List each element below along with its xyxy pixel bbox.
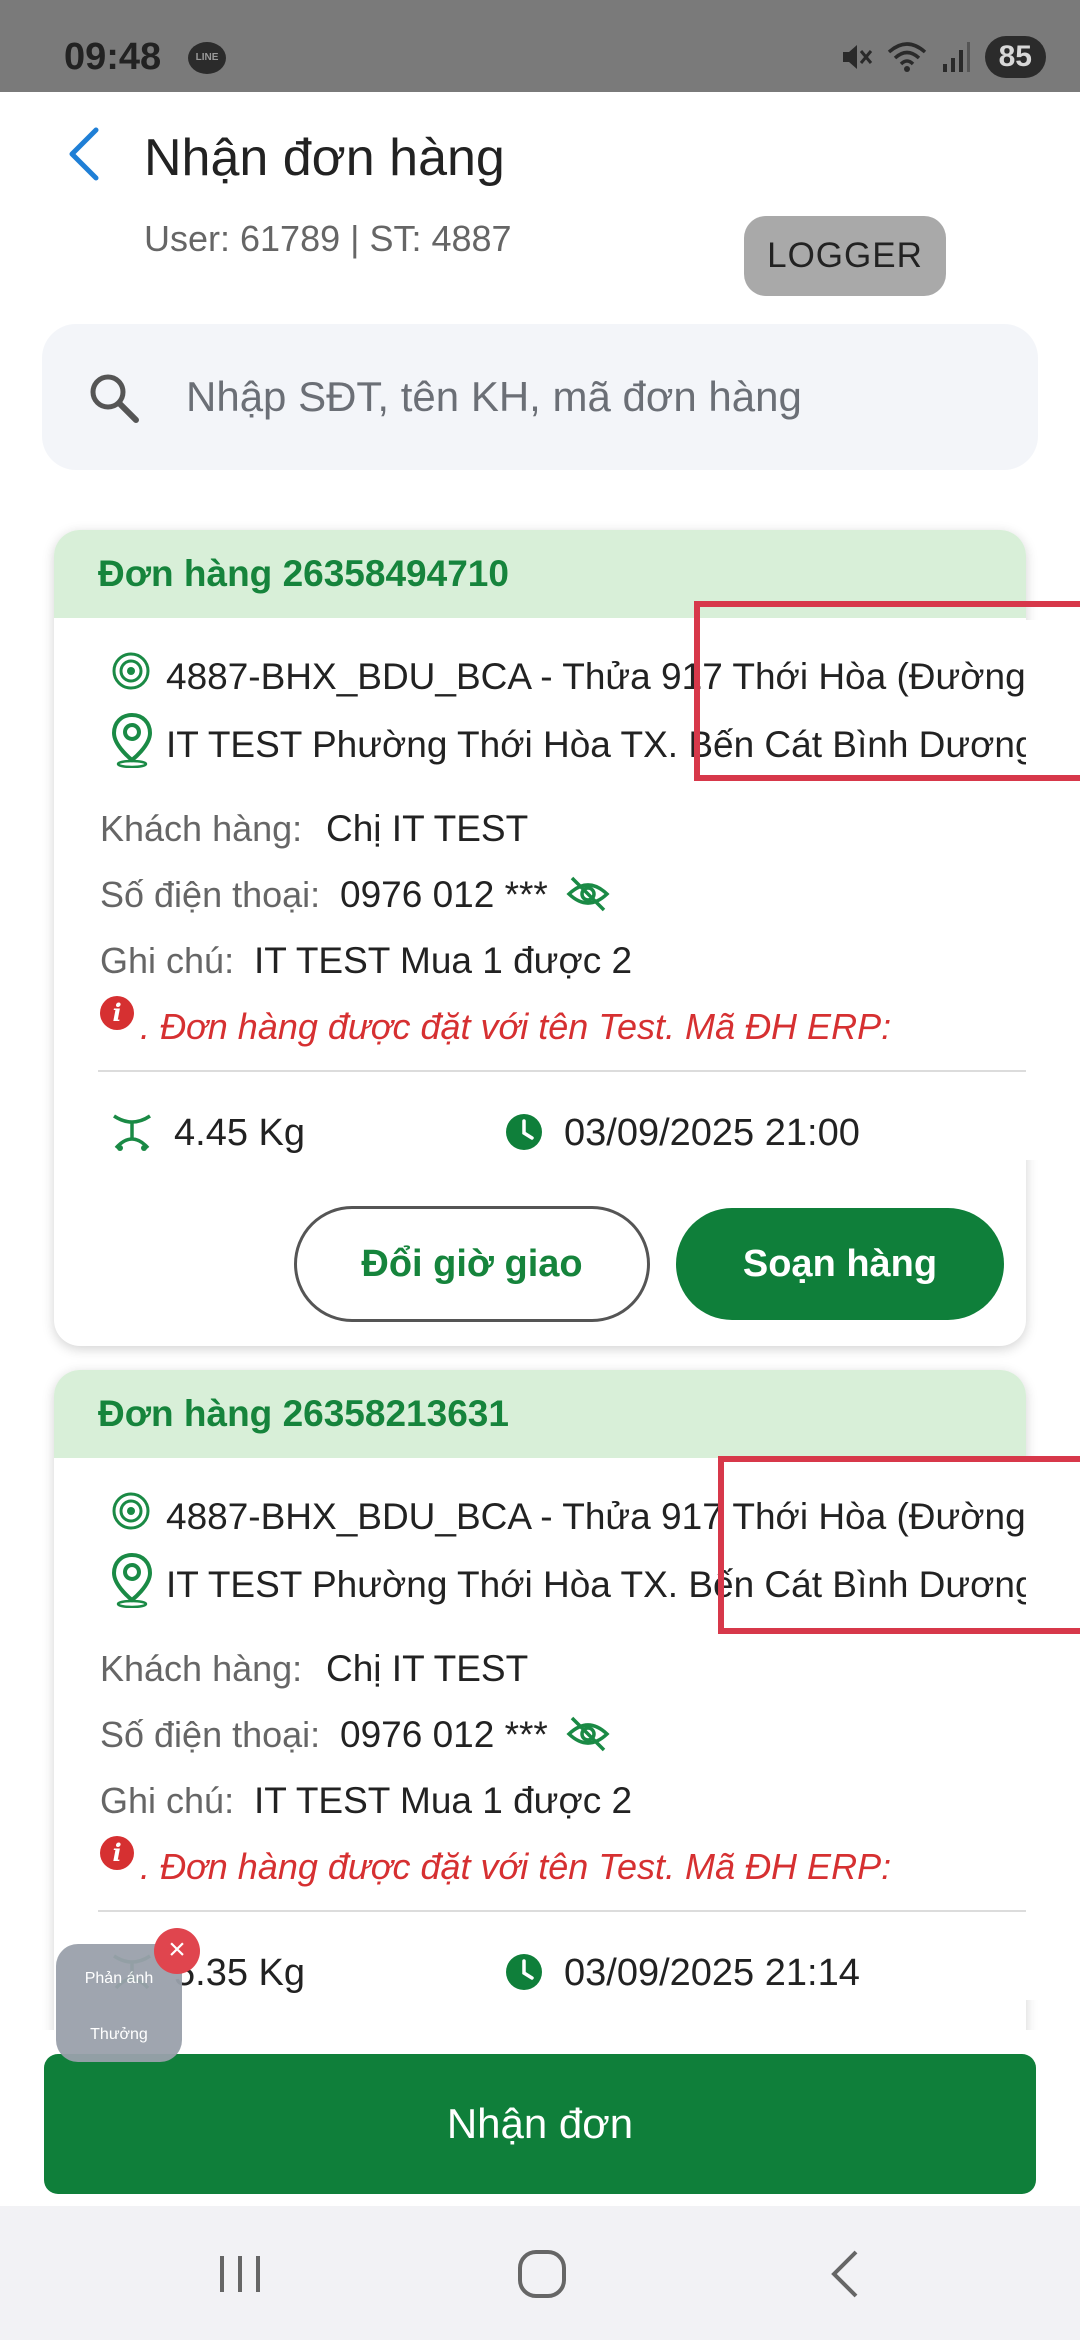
info-icon: i — [100, 1836, 134, 1870]
signal-icon — [942, 42, 970, 72]
status-bar: 09:48 LINE 85 — [0, 0, 1080, 92]
back-arrow-icon[interactable] — [58, 124, 108, 184]
clock-icon — [506, 1114, 542, 1150]
phone-number: 0976 012 *** — [340, 1714, 548, 1755]
feedback-label: Thưởng — [90, 2026, 148, 2043]
phone-number: 0976 012 *** — [340, 874, 548, 915]
delivery-time: 03/09/2025 21:14 — [564, 1952, 860, 1994]
order-weight: 4.45 Kg — [174, 1112, 305, 1154]
battery-indicator: 85 — [984, 36, 1046, 78]
divider — [98, 1070, 1026, 1072]
page-title: Nhận đơn hàng — [144, 129, 505, 187]
note-text: IT TEST Mua 1 được 2 — [254, 940, 633, 981]
customer-name: Chị IT TEST — [326, 1648, 529, 1689]
location-pin-icon — [111, 1552, 153, 1608]
store-target-icon — [112, 652, 150, 690]
order-warning: . Đơn hàng được đặt với tên Test. Mã ĐH … — [140, 1006, 892, 1047]
mute-icon — [842, 45, 872, 69]
user-info: User: 61789 | ST: 4887 — [144, 218, 512, 259]
order-warning: . Đơn hàng được đặt với tên Test. Mã ĐH … — [140, 1846, 892, 1887]
phone-label: Số điện thoại: — [100, 1714, 321, 1755]
change-delivery-time-button[interactable]: Đổi giờ giao — [294, 1206, 650, 1322]
customer-name: Chị IT TEST — [326, 808, 529, 849]
note-label: Ghi chú: — [100, 940, 235, 981]
status-time: 09:48 — [64, 36, 162, 78]
info-icon: i — [100, 996, 134, 1030]
scale-icon — [113, 1114, 151, 1151]
eye-off-icon[interactable] — [566, 874, 610, 914]
line-app-icon: LINE — [188, 42, 226, 74]
note-label: Ghi chú: — [100, 1780, 235, 1821]
clock-icon — [506, 1954, 542, 1990]
navigation-bar — [0, 2206, 1080, 2340]
prepare-order-button[interactable]: Soạn hàng — [676, 1208, 1004, 1320]
store-target-icon — [112, 1492, 150, 1530]
highlight-box — [718, 1456, 1080, 1634]
search-input[interactable] — [186, 372, 986, 422]
phone-label: Số điện thoại: — [100, 874, 321, 915]
feedback-label: Phản ánh — [84, 1970, 154, 1987]
delivery-time: 03/09/2025 21:00 — [564, 1112, 860, 1154]
status-icons: 85 — [839, 36, 1046, 78]
customer-label: Khách hàng: — [100, 808, 303, 849]
customer-label: Khách hàng: — [100, 1648, 303, 1689]
home-icon[interactable] — [502, 2236, 582, 2312]
location-pin-icon — [111, 712, 153, 768]
wifi-icon — [887, 42, 926, 72]
order-title: Đơn hàng 26358213631 — [54, 1370, 1026, 1458]
divider — [98, 1910, 1026, 1912]
back-nav-icon[interactable] — [806, 2236, 886, 2312]
note-text: IT TEST Mua 1 được 2 — [254, 1780, 633, 1821]
logger-button[interactable]: LOGGER — [744, 216, 946, 296]
eye-off-icon[interactable] — [566, 1714, 610, 1754]
search-icon — [90, 374, 139, 423]
recent-apps-icon[interactable] — [200, 2236, 280, 2312]
highlight-box — [694, 601, 1080, 781]
receive-order-button[interactable]: Nhận đơn — [44, 2054, 1036, 2194]
close-icon[interactable]: × — [154, 1928, 200, 1974]
